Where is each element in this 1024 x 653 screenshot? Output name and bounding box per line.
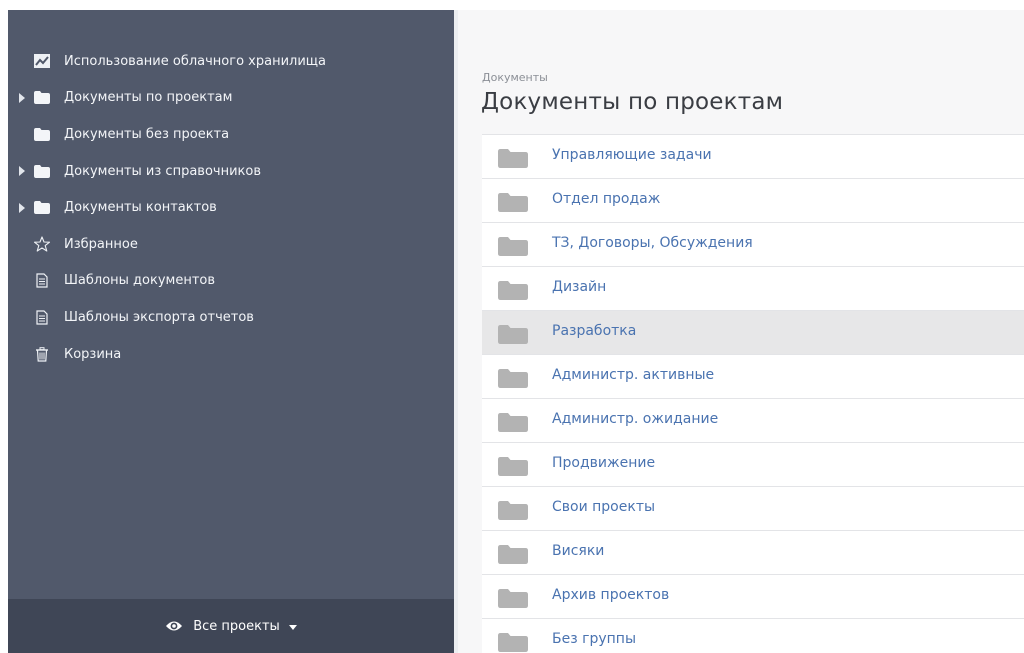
folder-row[interactable]: Архив проектов: [482, 575, 1024, 619]
sidebar-item-label: Использование облачного хранилища: [64, 53, 326, 69]
folder-row[interactable]: Управляющие задачи: [482, 135, 1024, 179]
folder-row[interactable]: Администр. ожидание: [482, 399, 1024, 443]
folder-row[interactable]: Висяки: [482, 531, 1024, 575]
sidebar-item-label: Корзина: [64, 346, 122, 362]
folder-name[interactable]: Архив проектов: [552, 587, 669, 603]
main-content: Документы Документы по проектам Управляю…: [454, 10, 1024, 653]
document-icon: [34, 273, 50, 289]
folder-name[interactable]: Дизайн: [552, 279, 606, 295]
folder-row[interactable]: ТЗ, Договоры, Обсуждения: [482, 223, 1024, 267]
trash-icon: [34, 346, 50, 362]
chevron-down-icon: [288, 624, 297, 630]
sidebar-item-contact-documents[interactable]: Документы контактов: [8, 189, 454, 226]
folder-name[interactable]: Отдел продаж: [552, 191, 660, 207]
folder-icon: [498, 237, 528, 260]
folder-name[interactable]: Висяки: [552, 543, 604, 559]
document-icon: [34, 309, 50, 325]
sidebar-item-label: Избранное: [64, 236, 138, 252]
folder-icon: [498, 193, 528, 216]
folder-icon: [498, 413, 528, 436]
folder-name[interactable]: Администр. ожидание: [552, 411, 718, 427]
sidebar-item-project-documents[interactable]: Документы по проектам: [8, 80, 454, 117]
expand-arrow-icon[interactable]: [19, 92, 25, 103]
folder-row[interactable]: Дизайн: [482, 267, 1024, 311]
folder-row[interactable]: Разработка: [482, 311, 1024, 355]
chart-icon: [34, 53, 50, 69]
folder-list: Управляющие задачи Отдел продаж ТЗ, Дого…: [482, 134, 1024, 653]
folder-name[interactable]: Разработка: [552, 323, 636, 339]
folder-icon: [498, 589, 528, 612]
folder-icon: [498, 501, 528, 524]
all-projects-label: Все проекты: [193, 618, 280, 634]
sidebar-item-favorites[interactable]: Избранное: [8, 226, 454, 263]
folder-icon: [34, 200, 50, 216]
sidebar: Использование облачного хранилища Докуме…: [8, 10, 454, 653]
folder-icon: [498, 281, 528, 304]
folder-name[interactable]: ТЗ, Договоры, Обсуждения: [552, 235, 753, 251]
folder-icon: [498, 325, 528, 348]
folder-row[interactable]: Отдел продаж: [482, 179, 1024, 223]
sidebar-item-reference-documents[interactable]: Документы из справочников: [8, 153, 454, 190]
folder-name[interactable]: Без группы: [552, 631, 636, 647]
folder-name[interactable]: Управляющие задачи: [552, 147, 712, 163]
page-title: Документы по проектам: [481, 89, 784, 115]
sidebar-item-label: Документы по проектам: [64, 90, 233, 106]
sidebar-nav: Использование облачного хранилища Докуме…: [8, 43, 454, 372]
folder-icon: [498, 369, 528, 392]
folder-icon: [34, 163, 50, 179]
sidebar-item-trash[interactable]: Корзина: [8, 336, 454, 373]
folder-row[interactable]: Администр. активные: [482, 355, 1024, 399]
folder-icon: [498, 633, 528, 653]
sidebar-item-label: Документы без проекта: [64, 126, 230, 142]
sidebar-item-label: Шаблоны документов: [64, 273, 216, 289]
expand-arrow-icon[interactable]: [19, 202, 25, 213]
folder-name[interactable]: Свои проекты: [552, 499, 655, 515]
folder-icon: [498, 457, 528, 480]
folder-name[interactable]: Продвижение: [552, 455, 655, 471]
sidebar-item-report-export-templates[interactable]: Шаблоны экспорта отчетов: [8, 299, 454, 336]
sidebar-item-cloud-storage[interactable]: Использование облачного хранилища: [8, 43, 454, 80]
sidebar-item-document-templates[interactable]: Шаблоны документов: [8, 263, 454, 300]
folder-icon: [498, 149, 528, 172]
folder-icon: [34, 90, 50, 106]
folder-name[interactable]: Администр. активные: [552, 367, 714, 383]
folder-icon: [498, 545, 528, 568]
sidebar-item-label: Шаблоны экспорта отчетов: [64, 309, 254, 325]
folder-row[interactable]: Продвижение: [482, 443, 1024, 487]
star-icon: [34, 236, 50, 252]
all-projects-dropdown[interactable]: Все проекты: [8, 599, 454, 653]
sidebar-item-label: Документы контактов: [64, 200, 217, 216]
folder-row[interactable]: Без группы: [482, 619, 1024, 653]
folder-row[interactable]: Свои проекты: [482, 487, 1024, 531]
breadcrumb[interactable]: Документы: [482, 71, 548, 84]
expand-arrow-icon[interactable]: [19, 166, 25, 177]
sidebar-item-no-project-documents[interactable]: Документы без проекта: [8, 116, 454, 153]
eye-icon: [165, 620, 183, 632]
sidebar-item-label: Документы из справочников: [64, 163, 261, 179]
folder-icon: [34, 126, 50, 142]
